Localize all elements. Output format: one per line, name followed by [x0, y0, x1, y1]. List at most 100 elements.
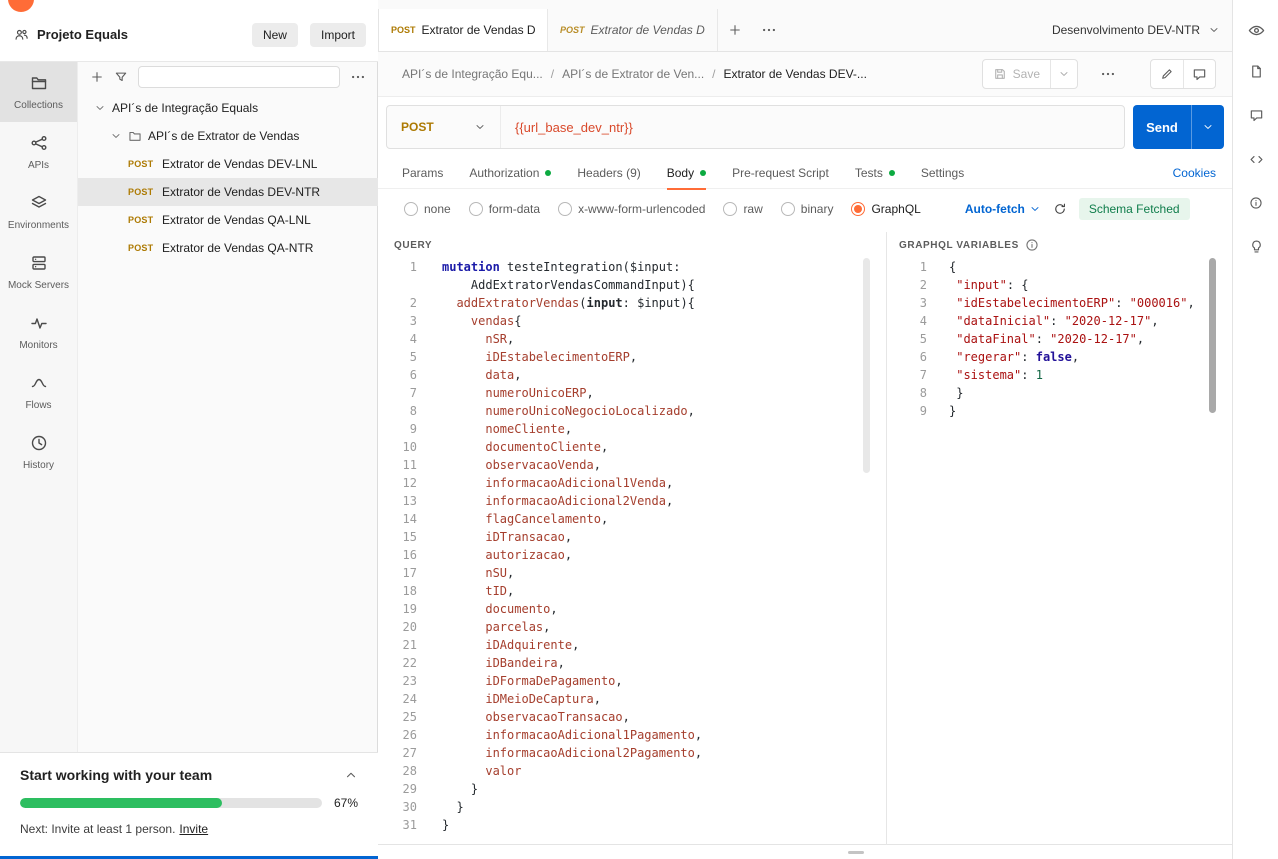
import-button[interactable]: Import: [309, 22, 366, 47]
radio-button: [851, 202, 866, 216]
line-number: 7: [919, 368, 927, 382]
method-dropdown[interactable]: POST: [387, 106, 501, 148]
body-mode-x-www-form-urlencoded[interactable]: x-www-form-urlencoded: [558, 202, 705, 216]
method-badge: POST: [128, 159, 154, 169]
rail-item-apis[interactable]: APIs: [0, 122, 77, 182]
info-icon[interactable]: [1249, 196, 1263, 210]
tab-body[interactable]: Body: [666, 158, 707, 190]
code-snippet-icon[interactable]: [1249, 152, 1264, 167]
code-line: 26 informacaoAdicional1Pagamento,: [386, 726, 886, 744]
rail-item-monitors[interactable]: Monitors: [0, 302, 77, 362]
rail-item-history[interactable]: History: [0, 422, 77, 482]
documentation-icon[interactable]: [1249, 64, 1264, 79]
chevron-down-icon[interactable]: [94, 102, 106, 114]
panel-splitter[interactable]: [886, 232, 887, 845]
chevron-down-icon[interactable]: [110, 130, 122, 142]
tab-title: Extrator de Vendas DEV: [590, 23, 705, 37]
collection-folder[interactable]: API´s de Extrator de Vendas: [78, 122, 378, 150]
resize-handle[interactable]: [848, 851, 864, 854]
rail-item-mock-servers[interactable]: Mock Servers: [0, 242, 77, 302]
info-icon[interactable]: [1025, 238, 1039, 252]
body-mode-binary[interactable]: binary: [780, 202, 833, 216]
body-mode-none[interactable]: none: [404, 202, 451, 216]
side-action-group: [1150, 59, 1216, 89]
body-mode-form-data[interactable]: form-data: [468, 202, 541, 216]
radio-button: [780, 202, 795, 216]
rail-item-environments[interactable]: Environments: [0, 182, 77, 242]
collection-root[interactable]: API´s de Integração Equals: [78, 94, 378, 122]
request-extrator-de-vendas-dev-ntr[interactable]: POST Extrator de Vendas DEV-NTR: [78, 178, 378, 206]
graphql-variables-editor[interactable]: 1{2 "input": {3 "idEstabelecimentoERP": …: [891, 258, 1224, 420]
refresh-schema-button[interactable]: [1053, 202, 1067, 216]
body-mode-raw[interactable]: raw: [723, 202, 763, 216]
collections-more-button[interactable]: [350, 69, 366, 85]
breadcrumb-item[interactable]: API´s de Integração Equ...: [402, 67, 543, 81]
cookies-link[interactable]: Cookies: [1173, 166, 1216, 180]
line-number: 20: [402, 620, 417, 634]
environment-quick-look-button[interactable]: [1233, 14, 1278, 46]
tab-pre-request-script[interactable]: Pre-request Script: [732, 158, 829, 189]
save-options-button[interactable]: [1050, 60, 1077, 88]
request-extrator-de-vendas-qa-lnl[interactable]: POST Extrator de Vendas QA-LNL: [78, 206, 378, 234]
workspace-name[interactable]: Projeto Equals: [37, 27, 128, 42]
collapse-card-button[interactable]: [344, 768, 358, 782]
code-text: iDTransacao,: [485, 530, 573, 544]
tab-headers-9-[interactable]: Headers (9): [577, 158, 640, 189]
lightbulb-icon[interactable]: [1249, 239, 1264, 254]
comments-button[interactable]: [1183, 60, 1215, 88]
graphql-query-editor[interactable]: 1 mutation testeIntegration($input: AddEx…: [386, 258, 886, 834]
send-label: Send: [1146, 119, 1178, 135]
autofetch-dropdown[interactable]: Auto-fetch: [965, 202, 1041, 216]
request-extrator-de-vendas-dev-lnl[interactable]: POST Extrator de Vendas DEV-LNL: [78, 150, 378, 178]
new-button[interactable]: New: [251, 22, 298, 47]
sidebar-filter-input[interactable]: [138, 66, 340, 88]
code-text: nSU,: [485, 566, 515, 580]
request-options-button[interactable]: [1092, 66, 1124, 82]
code-text: "dataInicial": "2020-12-17",: [956, 314, 1159, 328]
radio-button: [558, 202, 573, 216]
code-line: 11 observacaoVenda,: [386, 456, 886, 474]
breadcrumb-item[interactable]: Extrator de Vendas DEV-...: [724, 67, 867, 81]
request-extrator-de-vendas-qa-ntr[interactable]: POST Extrator de Vendas QA-NTR: [78, 234, 378, 262]
environment-name: Desenvolvimento DEV-NTR: [1051, 23, 1200, 37]
url-input[interactable]: {{url_base_dev_ntr}}: [501, 120, 633, 135]
variables-scrollbar[interactable]: [1209, 258, 1216, 413]
environment-selector[interactable]: Desenvolvimento DEV-NTR: [1052, 9, 1232, 51]
send-options-button[interactable]: [1191, 105, 1224, 149]
send-button[interactable]: Send: [1133, 105, 1224, 149]
comments-icon[interactable]: [1249, 108, 1264, 123]
line-number: 4: [919, 314, 927, 328]
code-line: 18 tID,: [386, 582, 886, 600]
open-tab-2[interactable]: POST Extrator de Vendas DEV: [548, 9, 718, 51]
schema-status-badge: Schema Fetched: [1078, 198, 1190, 220]
code-line: 9}: [891, 402, 1224, 420]
breadcrumb-separator: /: [550, 67, 555, 81]
tab-label: Body: [666, 166, 695, 180]
breadcrumb-item[interactable]: API´s de Extrator de Ven...: [562, 67, 704, 81]
tab-settings[interactable]: Settings: [921, 158, 964, 189]
code-line: 3 vendas{: [386, 312, 886, 330]
rail-item-label: Environments: [7, 219, 70, 231]
line-number: 2: [409, 296, 417, 310]
tab-params[interactable]: Params: [402, 158, 443, 189]
rail-item-flows[interactable]: Flows: [0, 362, 77, 422]
new-tab-button[interactable]: [718, 9, 752, 51]
environments-icon: [30, 194, 48, 215]
tab-authorization[interactable]: Authorization: [469, 158, 552, 189]
status-dot: [888, 170, 895, 176]
filter-icon[interactable]: [114, 70, 128, 84]
save-button[interactable]: Save: [981, 59, 1078, 89]
invite-link[interactable]: Invite: [179, 822, 208, 836]
left-panel: Projeto Equals New Import Collections API…: [0, 0, 378, 859]
query-scrollbar[interactable]: [863, 258, 870, 473]
edit-button[interactable]: [1151, 60, 1183, 88]
tab-tests[interactable]: Tests: [855, 158, 895, 189]
body-mode-graphql[interactable]: GraphQL: [851, 202, 921, 216]
open-tab-1[interactable]: POST Extrator de Vendas DEV: [378, 9, 548, 51]
add-collection-button[interactable]: [90, 70, 104, 84]
code-line: 9 nomeCliente,: [386, 420, 886, 438]
mode-label: form-data: [488, 202, 541, 216]
tab-options-button[interactable]: [752, 9, 786, 51]
method-badge: POST: [128, 187, 154, 197]
rail-item-collections[interactable]: Collections: [0, 62, 77, 122]
